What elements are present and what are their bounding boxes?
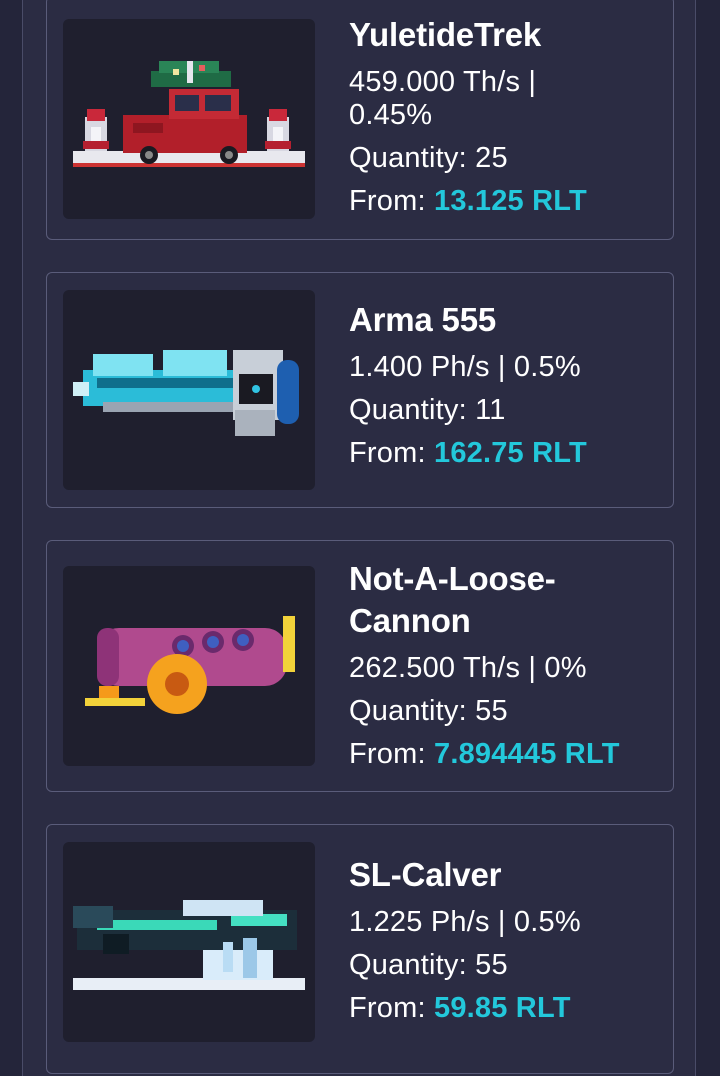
miner-image xyxy=(63,290,315,490)
miner-info: SL-Calver 1.225 Ph/s | 0.5% Quantity: 55… xyxy=(349,854,665,1025)
miner-image xyxy=(63,566,315,766)
miner-price: 7.894445 RLT xyxy=(433,738,620,770)
ice-blaster-miner-icon xyxy=(73,350,299,436)
miner-quantity: Quantity: 55 xyxy=(349,949,508,981)
miner-card-not-a-loose-cannon[interactable]: Not-A-Loose- Cannon 262.500 Th/s | 0% Qu… xyxy=(46,540,674,792)
miner-price-row: From: 7.894445 RLT xyxy=(349,738,665,771)
miner-info: Arma 555 1.400 Ph/s | 0.5% Quantity: 11 … xyxy=(349,299,665,470)
miner-price: 59.85 RLT xyxy=(433,992,571,1024)
miner-card-sl-calver[interactable]: SL-Calver 1.225 Ph/s | 0.5% Quantity: 55… xyxy=(46,824,674,1074)
miner-image xyxy=(63,19,315,219)
miner-price-row: From: 59.85 RLT xyxy=(349,992,665,1025)
miner-name: Not-A-Loose- Cannon xyxy=(349,558,665,642)
miner-info: Not-A-Loose- Cannon 262.500 Th/s | 0% Qu… xyxy=(349,558,665,771)
miner-quantity: Quantity: 55 xyxy=(349,695,508,727)
miner-card-arma-555[interactable]: Arma 555 1.400 Ph/s | 0.5% Quantity: 11 … xyxy=(46,272,674,508)
from-label: From: xyxy=(349,185,426,217)
miner-name: YuletideTrek xyxy=(349,16,542,53)
miner-price-row: From: 162.75 RLT xyxy=(349,437,665,470)
miner-power: 262.500 Th/s | 0% xyxy=(349,652,587,684)
miner-price-row: From: 13.125 RLT xyxy=(349,185,665,218)
miner-price: 13.125 RLT xyxy=(433,185,587,217)
miner-name-line-2: Cannon xyxy=(349,602,471,639)
frost-cannon-miner-icon xyxy=(73,900,305,990)
miner-price: 162.75 RLT xyxy=(433,437,587,469)
miner-power: 459.000 Th/s | 0.45% xyxy=(349,66,665,132)
miner-power-value: 459.000 Th/s | xyxy=(349,66,537,98)
from-label: From: xyxy=(349,437,426,469)
miner-info: YuletideTrek 459.000 Th/s | 0.45% Quanti… xyxy=(349,14,665,218)
miner-name: Arma 555 xyxy=(349,301,496,338)
miner-name: SL-Calver xyxy=(349,856,502,893)
miner-name-line-1: Not-A-Loose- xyxy=(349,560,556,597)
cannon-miner-icon xyxy=(85,616,295,714)
miner-power: 1.225 Ph/s | 0.5% xyxy=(349,906,581,938)
from-label: From: xyxy=(349,992,426,1024)
from-label: From: xyxy=(349,738,426,770)
miner-power: 1.400 Ph/s | 0.5% xyxy=(349,351,581,383)
holiday-truck-miner-icon xyxy=(73,61,305,167)
miner-power-share: 0.45% xyxy=(349,99,433,131)
miner-quantity: Quantity: 11 xyxy=(349,394,506,426)
miner-quantity: Quantity: 25 xyxy=(349,142,508,174)
miner-image xyxy=(63,842,315,1042)
miner-card-yuletidetrek[interactable]: YuletideTrek 459.000 Th/s | 0.45% Quanti… xyxy=(46,0,674,240)
